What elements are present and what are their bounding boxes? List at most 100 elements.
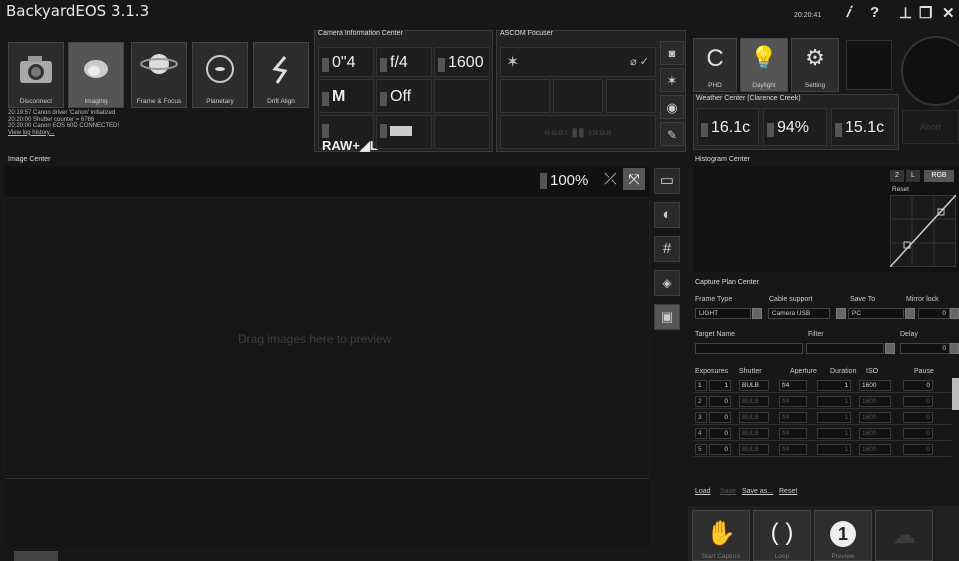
image-icon[interactable]: ▣ [654, 304, 680, 330]
restore-icon[interactable]: ❐ [919, 4, 932, 22]
empty-cell [434, 79, 490, 113]
pause-cell[interactable]: 0 [903, 396, 933, 407]
aperture-cell[interactable]: f/4 [779, 428, 807, 439]
iso-cell[interactable]: 1600 [859, 396, 891, 407]
cable-dropdown[interactable] [836, 308, 846, 319]
quality-cell[interactable]: RAW+◢L [318, 115, 378, 153]
aperture-cell[interactable]: f/4 [779, 396, 807, 407]
iso-cell[interactable]: 1600 [859, 412, 891, 423]
phd-button[interactable]: C PHD [693, 38, 737, 92]
aperture-cell[interactable]: f/4 [779, 380, 807, 391]
mode-planetary-button[interactable]: Planetary [192, 42, 248, 108]
info-icon[interactable]: 𝑖 [846, 4, 850, 21]
aperture-cell[interactable]: f/4 [779, 412, 807, 423]
pause-cell[interactable]: 0 [903, 444, 933, 455]
iso-cell[interactable]: 1600 [434, 47, 490, 77]
duration-cell[interactable]: 1 [817, 380, 851, 391]
iso-cell[interactable]: 1600 [859, 380, 891, 391]
table-row[interactable]: 1 1 BULB f/4 1 1600 0 [693, 378, 951, 393]
star-small-icon[interactable]: ✶ [660, 68, 684, 92]
focuser-go-icon[interactable]: ⌀ ✓ [630, 55, 649, 68]
reset-link[interactable]: Reset [779, 488, 797, 495]
exposures-cell[interactable]: 0 [709, 444, 731, 455]
aperture-cell[interactable]: f/4 [376, 47, 432, 77]
save-to-select[interactable]: PC [848, 308, 904, 319]
shutter-cell[interactable]: BULB [739, 412, 769, 423]
shutter-cell[interactable]: BULB [739, 380, 769, 391]
shutter-cell[interactable]: BULB [739, 396, 769, 407]
mode-imaging-button[interactable]: Imaging [68, 42, 124, 108]
setting-button[interactable]: ⚙ Setting [791, 38, 839, 92]
exposures-cell[interactable]: 1 [709, 380, 731, 391]
focuser-nav-bar[interactable]: «««‹ ▮▮ ›»»» [500, 115, 656, 149]
zoom-level[interactable]: 100% [540, 172, 588, 190]
histogram-btn-2[interactable]: 2 [890, 170, 904, 182]
delay-field[interactable]: 0 [900, 343, 950, 354]
shrink-icon[interactable]: ⤫ [604, 171, 617, 189]
mode-cell[interactable]: M [318, 79, 374, 113]
exposures-cell[interactable]: 0 [709, 428, 731, 439]
view-log-link[interactable]: View log history... [8, 130, 308, 137]
filter-dropdown[interactable] [885, 343, 895, 354]
frame-type-select[interactable]: LIGHT [695, 308, 751, 319]
preview-button[interactable]: 1 Preview [814, 510, 872, 561]
loop-button[interactable]: ( ) Loop [753, 510, 811, 561]
cable-select[interactable]: Camera USB [768, 308, 830, 319]
start-capture-button[interactable]: ✋ Start Capture [692, 510, 750, 561]
save-as-link[interactable]: Save as... [742, 488, 773, 495]
iso-cell[interactable]: 1600 [859, 428, 891, 439]
target-icon[interactable]: ◉ [660, 95, 684, 119]
histogram-btn-rgb[interactable]: RGB [924, 170, 954, 182]
curve-graph[interactable] [890, 195, 956, 267]
layers-icon[interactable]: ◈ [654, 270, 680, 296]
shutter-cell[interactable]: 0"4 [318, 47, 374, 77]
grid-icon[interactable]: # [654, 236, 680, 262]
exposures-cell[interactable]: 0 [709, 396, 731, 407]
frame-type-dropdown[interactable] [752, 308, 762, 319]
duration-cell[interactable]: 1 [817, 412, 851, 423]
abort-button[interactable]: Abort [902, 110, 959, 144]
pause-cell[interactable]: 0 [903, 380, 933, 391]
save-link[interactable]: Save [720, 488, 736, 495]
table-row[interactable]: 2 0 BULB f/4 1 1600 0 [693, 394, 951, 409]
aperture-cell[interactable]: f/4 [779, 444, 807, 455]
shutter-cell[interactable]: BULB [739, 444, 769, 455]
daylight-button[interactable]: 💡 Daylight [740, 38, 788, 92]
monitor-icon[interactable]: ▭ [654, 168, 680, 194]
shutter-cell[interactable]: BULB [739, 428, 769, 439]
duration-cell[interactable]: 1 [817, 428, 851, 439]
pause-cell[interactable]: 0 [903, 412, 933, 423]
horizontal-scrollbar[interactable] [14, 551, 58, 561]
table-scrollbar[interactable] [952, 378, 959, 410]
table-row[interactable]: 5 0 BULB f/4 1 1600 0 [693, 442, 951, 457]
table-row[interactable]: 4 0 BULB f/4 1 1600 0 [693, 426, 951, 441]
delay-stepper[interactable] [950, 343, 959, 354]
camera-small-icon[interactable]: ◙ [660, 41, 684, 65]
moon-icon[interactable]: ◐ [654, 202, 680, 228]
duration-cell[interactable]: 1 [817, 444, 851, 455]
help-icon[interactable]: ? [870, 4, 879, 21]
mirror-lock-stepper[interactable] [950, 308, 959, 319]
camera-connect-button[interactable]: Disconnect [8, 42, 64, 108]
focuser-position-field[interactable]: ✶ ⌀ ✓ [500, 47, 656, 77]
mirror-lock-field[interactable]: 0 [918, 308, 950, 319]
table-row[interactable]: 3 0 BULB f/4 1 1600 0 [693, 410, 951, 425]
duration-cell[interactable]: 1 [817, 396, 851, 407]
iso-cell[interactable]: 1600 [859, 444, 891, 455]
filter-select[interactable] [806, 343, 884, 354]
pause-cell[interactable]: 0 [903, 428, 933, 439]
expand-icon[interactable]: ⤧ [623, 168, 645, 190]
cloud-button[interactable]: ☁ [875, 510, 933, 561]
mode-drift-align-button[interactable]: Drift Align [253, 42, 309, 108]
tool-icon[interactable]: ✎ [660, 122, 684, 146]
histogram-reset[interactable]: Reset [892, 186, 909, 193]
upload-icon[interactable]: ⊥ [899, 4, 912, 22]
target-name-input[interactable] [695, 343, 803, 354]
save-to-dropdown[interactable] [905, 308, 915, 319]
close-icon[interactable]: ✕ [942, 4, 955, 22]
load-link[interactable]: Load [695, 488, 711, 495]
mode-frame-focus-button[interactable]: Frame & Focus [131, 42, 187, 108]
histogram-btn-l[interactable]: L [906, 170, 920, 182]
white-balance-cell[interactable]: Off [376, 79, 432, 113]
exposures-cell[interactable]: 0 [709, 412, 731, 423]
